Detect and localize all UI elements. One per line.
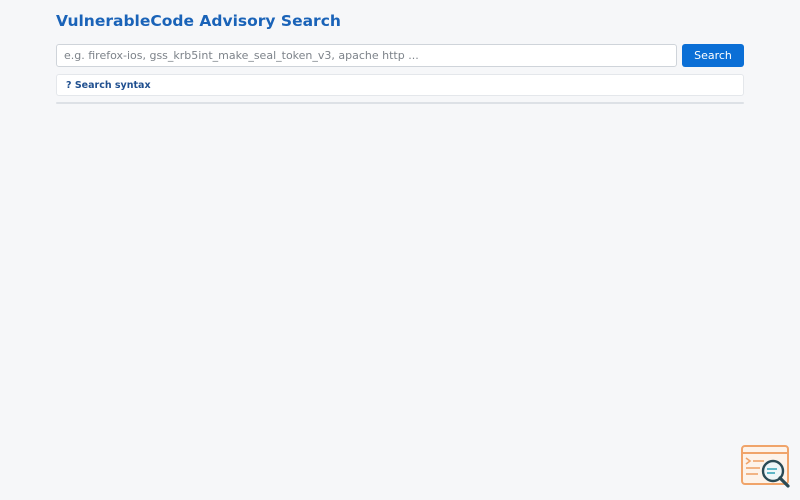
search-bar: Search [56,44,744,67]
page-title: VulnerableCode Advisory Search [56,12,341,30]
search-syntax-panel: ? Search syntax [56,74,744,96]
vulnerablecode-logo-icon [740,444,792,488]
search-input[interactable] [56,44,677,67]
search-button[interactable]: Search [682,44,744,67]
results-divider [56,102,744,104]
search-syntax-toggle[interactable]: ? Search syntax [66,80,151,91]
